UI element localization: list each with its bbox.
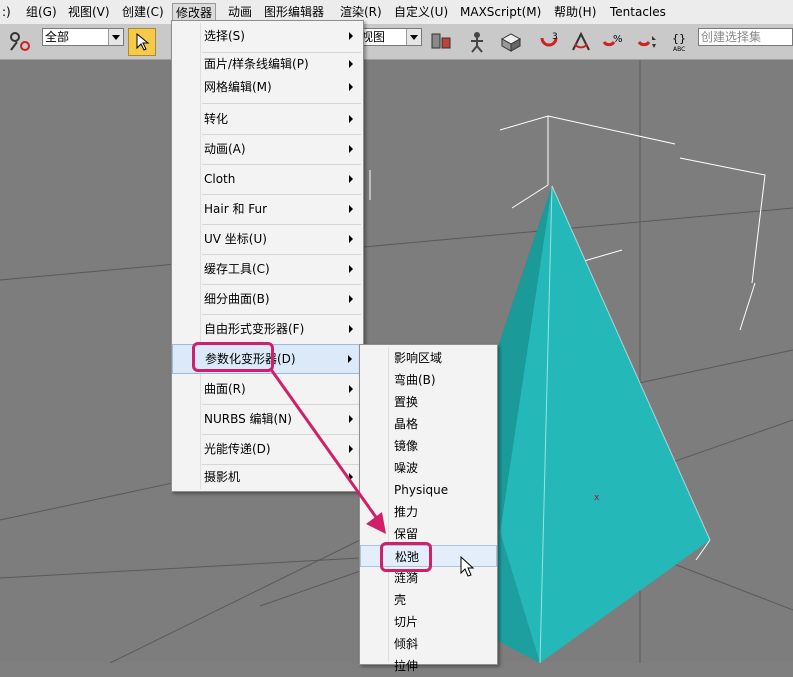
callout-arrow (268, 367, 386, 534)
mouse-cursor-icon (460, 556, 475, 577)
